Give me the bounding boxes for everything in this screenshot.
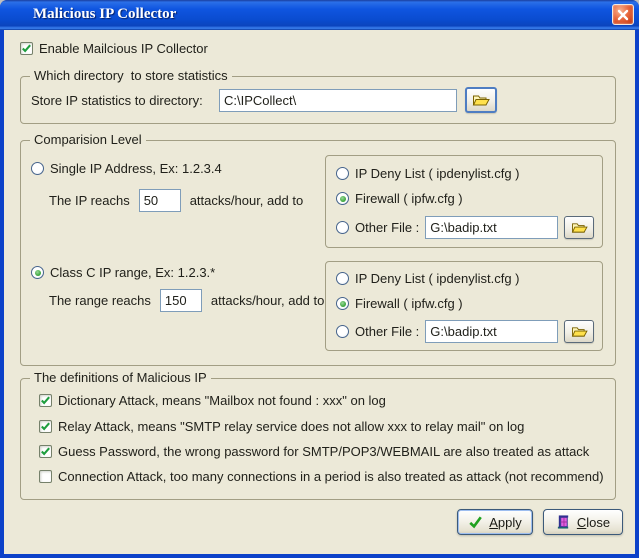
classc-firewall-label: Firewall ( ipfw.cfg ) bbox=[355, 296, 463, 311]
classc-other-file-label: Other File : bbox=[355, 324, 419, 339]
open-folder-icon bbox=[571, 325, 588, 338]
enable-collector-checkbox[interactable] bbox=[20, 42, 33, 55]
relay-attack-checkbox[interactable] bbox=[39, 420, 52, 433]
radio-dot bbox=[35, 270, 41, 276]
directory-group-title: Which directory to store statistics bbox=[30, 69, 232, 83]
comparison-level-group: Comparision Level Single IP Address, Ex:… bbox=[20, 140, 616, 366]
single-firewall-label: Firewall ( ipfw.cfg ) bbox=[355, 191, 463, 206]
check-icon bbox=[21, 43, 32, 54]
guess-password-checkbox[interactable] bbox=[39, 445, 52, 458]
titlebar-close-button[interactable] bbox=[612, 4, 634, 25]
classc-firewall-row[interactable]: Firewall ( ipfw.cfg ) bbox=[336, 296, 463, 311]
single-ip-targets-group: IP Deny List ( ipdenylist.cfg ) Firewall… bbox=[325, 155, 603, 248]
single-threshold-input[interactable] bbox=[139, 189, 181, 212]
single-firewall-radio[interactable] bbox=[336, 192, 349, 205]
apply-button-label: Apply bbox=[489, 515, 522, 530]
single-deny-list-label: IP Deny List ( ipdenylist.cfg ) bbox=[355, 166, 520, 181]
close-button[interactable]: Close bbox=[543, 509, 623, 535]
definitions-group-title: The definitions of Malicious IP bbox=[30, 371, 211, 385]
open-folder-icon bbox=[571, 221, 588, 234]
check-icon bbox=[40, 395, 51, 406]
class-c-threshold-row: The range reachs attacks/hour, add to bbox=[49, 289, 324, 312]
close-icon bbox=[617, 9, 629, 21]
single-threshold-suffix: attacks/hour, add to bbox=[190, 193, 303, 208]
enable-collector-row[interactable]: Enable Mailcious IP Collector bbox=[20, 41, 208, 56]
class-c-targets-group: IP Deny List ( ipdenylist.cfg ) Firewall… bbox=[325, 261, 603, 351]
guess-password-label: Guess Password, the wrong password for S… bbox=[58, 444, 589, 459]
classc-threshold-input[interactable] bbox=[160, 289, 202, 312]
enable-collector-label: Enable Mailcious IP Collector bbox=[39, 41, 208, 56]
single-other-file-radio[interactable] bbox=[336, 221, 349, 234]
single-deny-list-radio[interactable] bbox=[336, 167, 349, 180]
relay-attack-label: Relay Attack, means "SMTP relay service … bbox=[58, 419, 524, 434]
classc-deny-list-label: IP Deny List ( ipdenylist.cfg ) bbox=[355, 271, 520, 286]
dialog-window: Malicious IP Collector Enable Mailcious … bbox=[0, 0, 639, 558]
single-ip-radio-row[interactable]: Single IP Address, Ex: 1.2.3.4 bbox=[31, 161, 222, 176]
single-firewall-row[interactable]: Firewall ( ipfw.cfg ) bbox=[336, 191, 463, 206]
connection-attack-checkbox[interactable] bbox=[39, 470, 52, 483]
single-deny-list-row[interactable]: IP Deny List ( ipdenylist.cfg ) bbox=[336, 166, 520, 181]
classc-deny-list-radio[interactable] bbox=[336, 272, 349, 285]
check-icon bbox=[40, 421, 51, 432]
single-other-file-input[interactable] bbox=[425, 216, 558, 239]
definition-row-connection-attack[interactable]: Connection Attack, too many connections … bbox=[39, 469, 604, 484]
apply-check-icon bbox=[468, 515, 483, 529]
directory-group: Which directory to store statistics Stor… bbox=[20, 76, 616, 124]
definitions-group: The definitions of Malicious IP Dictiona… bbox=[20, 378, 616, 500]
single-other-file-row[interactable]: Other File : bbox=[336, 216, 594, 239]
single-ip-threshold-row: The IP reachs attacks/hour, add to bbox=[49, 189, 303, 212]
radio-dot bbox=[340, 301, 346, 307]
classc-threshold-prefix: The range reachs bbox=[49, 293, 151, 308]
class-c-radio-row[interactable]: Class C IP range, Ex: 1.2.3.* bbox=[31, 265, 215, 280]
definition-row-relay-attack[interactable]: Relay Attack, means "SMTP relay service … bbox=[39, 419, 524, 434]
open-folder-icon bbox=[472, 93, 490, 107]
classc-deny-list-row[interactable]: IP Deny List ( ipdenylist.cfg ) bbox=[336, 271, 520, 286]
classc-other-file-browse-button[interactable] bbox=[564, 320, 594, 343]
dialog-body: Enable Mailcious IP Collector Which dire… bbox=[4, 30, 635, 554]
check-icon bbox=[40, 446, 51, 457]
radio-dot bbox=[340, 196, 346, 202]
window-title: Malicious IP Collector bbox=[33, 6, 176, 23]
dictionary-attack-label: Dictionary Attack, means "Mailbox not fo… bbox=[58, 393, 386, 408]
exit-door-icon bbox=[556, 514, 571, 530]
classc-firewall-radio[interactable] bbox=[336, 297, 349, 310]
single-other-file-label: Other File : bbox=[355, 220, 419, 235]
directory-label: Store IP statistics to directory: bbox=[31, 93, 203, 108]
single-ip-radio[interactable] bbox=[31, 162, 44, 175]
single-threshold-prefix: The IP reachs bbox=[49, 193, 130, 208]
directory-browse-button[interactable] bbox=[465, 87, 497, 113]
classc-other-file-row[interactable]: Other File : bbox=[336, 320, 594, 343]
classc-other-file-input[interactable] bbox=[425, 320, 558, 343]
classc-other-file-radio[interactable] bbox=[336, 325, 349, 338]
comparison-level-group-title: Comparision Level bbox=[30, 133, 146, 147]
directory-input[interactable] bbox=[219, 89, 457, 112]
dictionary-attack-checkbox[interactable] bbox=[39, 394, 52, 407]
class-c-radio[interactable] bbox=[31, 266, 44, 279]
definition-row-dictionary-attack[interactable]: Dictionary Attack, means "Mailbox not fo… bbox=[39, 393, 386, 408]
definition-row-guess-password[interactable]: Guess Password, the wrong password for S… bbox=[39, 444, 589, 459]
class-c-label: Class C IP range, Ex: 1.2.3.* bbox=[50, 265, 215, 280]
single-ip-label: Single IP Address, Ex: 1.2.3.4 bbox=[50, 161, 222, 176]
close-button-label: Close bbox=[577, 515, 610, 530]
single-other-file-browse-button[interactable] bbox=[564, 216, 594, 239]
classc-threshold-suffix: attacks/hour, add to bbox=[211, 293, 324, 308]
apply-button[interactable]: Apply bbox=[457, 509, 533, 535]
titlebar: Malicious IP Collector bbox=[0, 0, 639, 30]
connection-attack-label: Connection Attack, too many connections … bbox=[58, 469, 604, 484]
